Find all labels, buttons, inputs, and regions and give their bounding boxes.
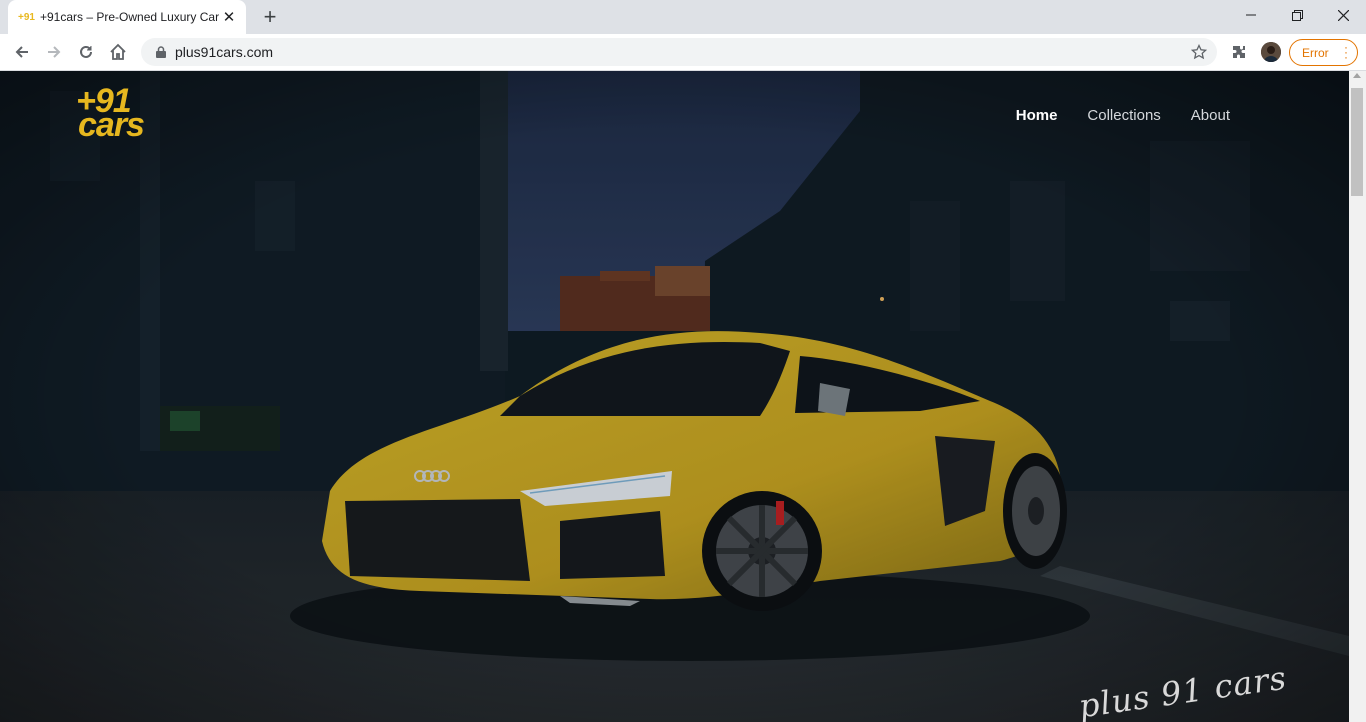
reload-button[interactable]: [72, 38, 100, 66]
avatar-icon: [1261, 42, 1281, 62]
back-arrow-icon: [15, 46, 28, 58]
browser-toolbar: plus91cars.com Error · · ·: [0, 34, 1366, 71]
nav-collections[interactable]: Collections: [1087, 107, 1160, 124]
scroll-thumb[interactable]: [1351, 88, 1363, 196]
url-text[interactable]: plus91cars.com: [175, 44, 273, 60]
new-tab-button[interactable]: +: [258, 4, 282, 29]
minimize-button[interactable]: [1228, 0, 1274, 30]
browser-tab[interactable]: +91 +91cars – Pre-Owned Luxury Car ✕: [8, 0, 246, 34]
restore-icon: [1291, 9, 1303, 21]
close-tab-icon[interactable]: ✕: [220, 8, 238, 26]
puzzle-icon: [1233, 46, 1245, 58]
error-label: Error: [1302, 45, 1329, 60]
home-icon: [110, 43, 126, 60]
scroll-up-arrow-icon[interactable]: [1353, 73, 1361, 78]
close-window-icon: [1337, 9, 1349, 21]
tab-favicon-icon: +91: [18, 11, 35, 23]
page-scrollbar[interactable]: [1349, 71, 1366, 722]
address-bar[interactable]: plus91cars.com: [141, 38, 1217, 66]
site-nav: Home Collections About: [1016, 107, 1230, 124]
reload-icon: [80, 45, 92, 58]
error-button[interactable]: Error · · ·: [1289, 39, 1358, 66]
logo-line-2: cars: [78, 106, 145, 144]
home-button[interactable]: [104, 38, 132, 66]
bookmark-star-icon[interactable]: [1189, 42, 1209, 62]
forward-arrow-icon: [48, 46, 61, 58]
more-vert-icon: · · ·: [1344, 40, 1348, 64]
page-viewport: +91 cars Home Collections About plus 91 …: [0, 71, 1349, 722]
hero-image: [0, 71, 1349, 722]
close-window-button[interactable]: [1320, 0, 1366, 30]
forward-button[interactable]: [40, 38, 68, 66]
profile-avatar[interactable]: [1261, 42, 1281, 62]
tab-strip: +91 +91cars – Pre-Owned Luxury Car ✕ +: [0, 0, 1366, 34]
extensions-button[interactable]: [1225, 38, 1253, 66]
minimize-icon: [1246, 14, 1256, 16]
nav-about[interactable]: About: [1191, 107, 1230, 124]
back-button[interactable]: [8, 38, 36, 66]
nav-home[interactable]: Home: [1016, 107, 1058, 124]
restore-button[interactable]: [1274, 0, 1320, 30]
site-logo[interactable]: +91 cars: [76, 84, 176, 145]
tab-title: +91cars – Pre-Owned Luxury Car: [40, 10, 220, 24]
lock-icon[interactable]: [153, 44, 169, 60]
